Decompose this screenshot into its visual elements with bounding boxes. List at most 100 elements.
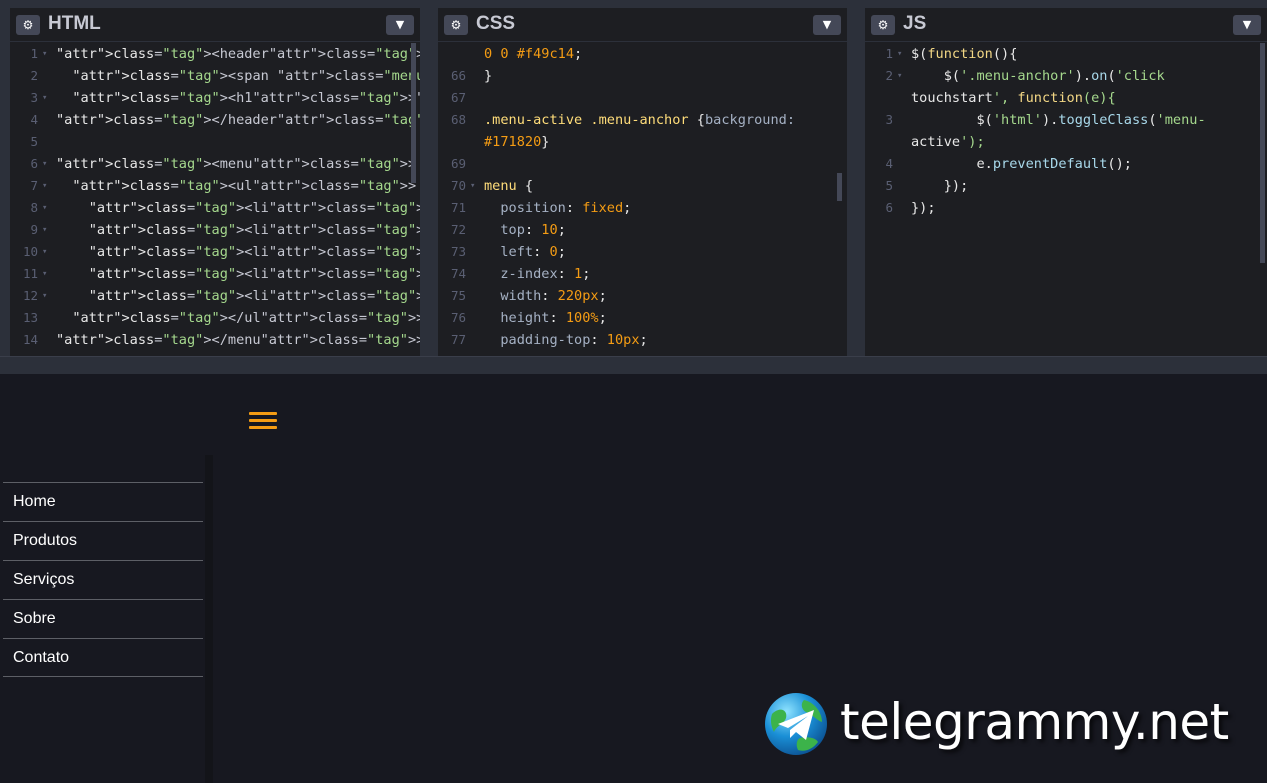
code-line: 2 "attr">class = "tag" ><span "attr" >class=… bbox=[10, 65, 420, 87]
code-line: 0 0 #f49c14; bbox=[438, 43, 847, 65]
code-line: 9 ▾ "attr">class = "tag" ><li "attr" >class= "t… bbox=[10, 219, 420, 241]
line-number: 74 bbox=[450, 266, 466, 281]
fold-arrow bbox=[466, 65, 484, 87]
fold-arrow bbox=[893, 109, 911, 131]
code-text: 0 0 #f49c14; bbox=[484, 46, 583, 62]
html-panel: ⚙ HTML ▼ 1 ▾ "attr">class = "tag" ><header "at… bbox=[0, 8, 420, 356]
code-line: 14 "attr">class = "tag" ></menu "attr" >class=… bbox=[10, 329, 420, 351]
js-panel: ⚙ JS ▼ 1 ▾ $(function(){2 ▾ $('.menu-anchor… bbox=[855, 8, 1267, 356]
line-number: 7 bbox=[30, 178, 38, 193]
code-line: 71 position: fixed; bbox=[438, 197, 847, 219]
line-number: 2 bbox=[885, 68, 893, 83]
chevron-down-icon[interactable]: ▼ bbox=[813, 15, 841, 35]
code-line: 13 "attr">class = "tag" ></ul "attr" >class= "… bbox=[10, 307, 420, 329]
code-line: 10 ▾ "attr">class = "tag" ><li "attr" >class= "… bbox=[10, 241, 420, 263]
code-text: left: 0; bbox=[500, 244, 566, 260]
code-line: 5 bbox=[10, 131, 420, 153]
css-code-editor[interactable]: 0 0 #f49c14; 66} 67 68 .menu-active .menu-an… bbox=[438, 43, 847, 356]
code-line: 4 "attr">class = "tag" ></header "attr" >class… bbox=[10, 109, 420, 131]
gear-icon[interactable]: ⚙ bbox=[444, 15, 468, 35]
menu-item-sobre[interactable]: Sobre bbox=[3, 599, 203, 638]
fold-arrow[interactable]: ▾ bbox=[38, 153, 56, 175]
code-line: 2 ▾ $('.menu-anchor').on('click bbox=[865, 65, 1267, 87]
fold-arrow bbox=[466, 307, 484, 329]
code-text: "attr">class bbox=[72, 310, 171, 326]
fold-arrow[interactable]: ▾ bbox=[38, 219, 56, 241]
css-scrollbar[interactable] bbox=[837, 173, 842, 201]
line-number: 5 bbox=[30, 134, 38, 149]
fold-arrow bbox=[466, 109, 484, 131]
fold-arrow[interactable]: ▾ bbox=[38, 263, 56, 285]
menu-item-contato[interactable]: Contato bbox=[3, 638, 203, 677]
fold-arrow[interactable]: ▾ bbox=[38, 175, 56, 197]
code-text: "attr">class bbox=[88, 222, 187, 238]
code-line: 74 z-index: 1; bbox=[438, 263, 847, 285]
line-number: 5 bbox=[885, 178, 893, 193]
code-text: "attr">class bbox=[88, 266, 187, 282]
menu-item-home[interactable]: Home bbox=[3, 482, 203, 521]
code-text: top: 10; bbox=[500, 222, 566, 238]
code-text: "attr">class bbox=[72, 68, 171, 84]
fold-arrow[interactable]: ▾ bbox=[466, 175, 484, 197]
chevron-down-icon[interactable]: ▼ bbox=[386, 15, 414, 35]
fold-arrow[interactable]: ▾ bbox=[38, 241, 56, 263]
code-line: 1 ▾ "attr">class = "tag" ><header "attr" >class… bbox=[10, 43, 420, 65]
menu-shadow bbox=[205, 455, 213, 783]
code-line: 7 ▾ "attr">class = "tag" ><ul "attr" >class= "t… bbox=[10, 175, 420, 197]
code-text: }); bbox=[911, 178, 969, 194]
line-number: 2 bbox=[30, 68, 38, 83]
code-line: 1 ▾ $(function(){ bbox=[865, 43, 1267, 65]
code-text: position: fixed; bbox=[500, 200, 632, 216]
fold-arrow bbox=[38, 65, 56, 87]
watermark-text: telegrammy.net bbox=[840, 693, 1229, 751]
line-number: 8 bbox=[30, 200, 38, 215]
line-number: 75 bbox=[450, 288, 466, 303]
menu-item-produtos[interactable]: Produtos bbox=[3, 521, 203, 560]
code-line: 68 .menu-active .menu-anchor {background: bbox=[438, 109, 847, 131]
fold-arrow bbox=[893, 131, 911, 153]
fold-arrow bbox=[466, 263, 484, 285]
fold-arrow bbox=[38, 131, 56, 153]
editors-area: ⚙ HTML ▼ 1 ▾ "attr">class = "tag" ><header "at… bbox=[0, 8, 1267, 356]
menu-item-servicos[interactable]: Serviços bbox=[3, 560, 203, 599]
chevron-down-icon[interactable]: ▼ bbox=[1233, 15, 1261, 35]
hamburger-icon[interactable] bbox=[249, 412, 277, 430]
code-line: 6}); bbox=[865, 197, 1267, 219]
code-text: "attr">class bbox=[88, 200, 187, 216]
code-text: $('.menu-anchor').on('click bbox=[911, 68, 1165, 84]
line-number: 71 bbox=[450, 200, 466, 215]
html-code-editor[interactable]: 1 ▾ "attr">class = "tag" ><header "attr" >class… bbox=[10, 43, 420, 356]
fold-arrow[interactable]: ▾ bbox=[38, 43, 56, 65]
code-line: touchstart', function(e){ bbox=[865, 87, 1267, 109]
code-line: 12 ▾ "attr">class = "tag" ><li "attr" >class= "… bbox=[10, 285, 420, 307]
js-code-editor[interactable]: 1 ▾ $(function(){2 ▾ $('.menu-anchor').on('… bbox=[865, 43, 1267, 356]
fold-arrow bbox=[466, 197, 484, 219]
fold-arrow bbox=[466, 131, 484, 153]
fold-arrow[interactable]: ▾ bbox=[893, 65, 911, 87]
fold-arrow bbox=[38, 109, 56, 131]
top-bar bbox=[0, 0, 1267, 8]
fold-arrow bbox=[893, 87, 911, 109]
fold-arrow[interactable]: ▾ bbox=[38, 197, 56, 219]
line-number: 12 bbox=[22, 288, 38, 303]
code-text: "attr">class bbox=[56, 156, 155, 172]
html-scrollbar[interactable] bbox=[411, 43, 416, 183]
code-text: width: 220px; bbox=[500, 288, 607, 304]
code-line: 8 ▾ "attr">class = "tag" ><li "attr" >class= "t… bbox=[10, 197, 420, 219]
code-text: } bbox=[484, 68, 493, 84]
line-number: 67 bbox=[450, 90, 466, 105]
fold-arrow[interactable]: ▾ bbox=[38, 285, 56, 307]
gear-icon[interactable]: ⚙ bbox=[871, 15, 895, 35]
resize-divider[interactable] bbox=[0, 356, 1267, 374]
html-panel-header: ⚙ HTML ▼ bbox=[10, 8, 420, 42]
code-line: 3 ▾ "attr">class = "tag" ><h1 "attr" >class= "t… bbox=[10, 87, 420, 109]
code-line: 76 height: 100%; bbox=[438, 307, 847, 329]
fold-arrow[interactable]: ▾ bbox=[38, 87, 56, 109]
gear-icon[interactable]: ⚙ bbox=[16, 15, 40, 35]
fold-arrow bbox=[466, 329, 484, 351]
code-text: e.preventDefault(); bbox=[911, 156, 1132, 172]
js-scrollbar[interactable] bbox=[1260, 43, 1265, 263]
fold-arrow[interactable]: ▾ bbox=[893, 43, 911, 65]
code-text: active'); bbox=[911, 134, 985, 150]
code-text: }); bbox=[911, 200, 936, 216]
